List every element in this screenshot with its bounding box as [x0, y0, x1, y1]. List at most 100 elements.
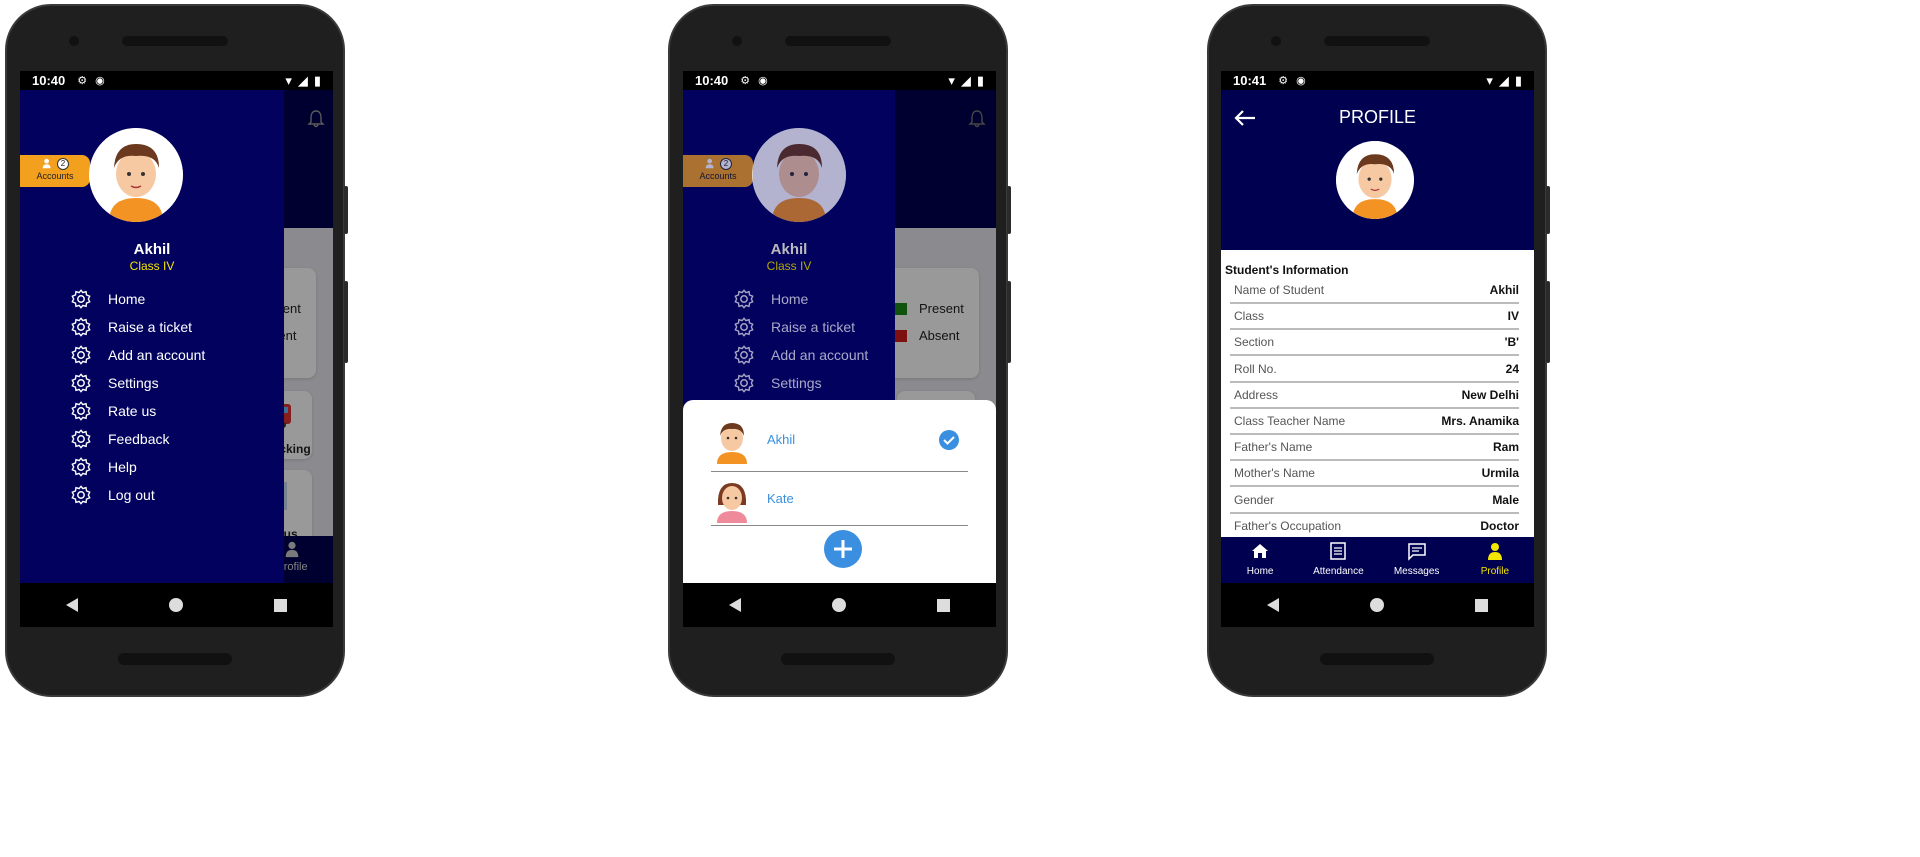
info-key: Class — [1234, 309, 1265, 324]
menu-item-log-out[interactable]: Log out — [70, 481, 205, 509]
recents-nav-button[interactable] — [1462, 598, 1502, 612]
accounts-count-badge: 2 — [57, 158, 69, 170]
gear-icon — [71, 485, 91, 505]
section-title: Student's Information — [1225, 263, 1349, 277]
bottom-tab-bar: Home Attendance Messages Profile — [1221, 537, 1534, 583]
bottom-speaker — [118, 653, 232, 665]
info-row: Roll No. 24 — [1230, 357, 1519, 383]
info-value: 'B' — [1504, 335, 1519, 350]
app-status-icon: ◉ — [758, 75, 768, 87]
accounts-icon — [705, 158, 714, 169]
drawer-scrim[interactable] — [284, 90, 333, 583]
account-row-kate[interactable]: Kate — [711, 472, 968, 526]
menu-item-add-account: Add an account — [733, 341, 868, 369]
menu-label: Raise a ticket — [771, 319, 856, 335]
back-nav-button[interactable] — [1253, 598, 1293, 612]
volume-button — [1007, 281, 1011, 363]
menu-item-home[interactable]: Home — [70, 285, 205, 313]
tab-label: Attendance — [1313, 566, 1364, 577]
bottom-speaker — [781, 653, 895, 665]
tab-label: Messages — [1393, 566, 1440, 577]
home-nav-button[interactable] — [1357, 598, 1397, 612]
status-bar: 10:41 ⚙ ◉ ▾ ◢ ▮ — [1221, 71, 1534, 90]
menu-item-raise-ticket[interactable]: Raise a ticket — [70, 313, 205, 341]
tab-label: Home — [1246, 566, 1274, 577]
student-class: Class IV — [766, 259, 812, 273]
tab-label: Profile — [1480, 566, 1510, 577]
menu-item-raise-ticket: Raise a ticket — [733, 313, 868, 341]
settings-status-icon: ⚙ — [77, 75, 88, 87]
menu-label: Add an account — [108, 347, 206, 363]
info-row: Section 'B' — [1230, 330, 1519, 357]
screen: 10:41 ⚙ ◉ ▾ ◢ ▮ PROFILE Student's Inform… — [1221, 71, 1534, 627]
info-value: Male — [1492, 492, 1519, 507]
status-time: 10:40 — [32, 73, 66, 88]
power-button — [344, 186, 348, 234]
akhil-avatar — [717, 422, 747, 464]
accounts-button: 2 Accounts — [683, 155, 753, 187]
android-nav-bar — [20, 583, 333, 627]
phone-account-switcher: 10:40 ⚙ ◉ ▾ ◢ ▮ Present Absent 2 Account… — [668, 4, 1011, 697]
kate-avatar — [717, 482, 747, 523]
app-status-icon: ◉ — [1296, 75, 1306, 87]
menu-item-home: Home — [733, 285, 868, 313]
info-value: IV — [1507, 309, 1519, 324]
info-value: New Delhi — [1461, 387, 1519, 402]
gear-icon — [734, 289, 754, 309]
tab-home[interactable]: Home — [1221, 537, 1299, 583]
add-account-button[interactable] — [824, 530, 862, 568]
wifi-icon: ▾ — [1486, 72, 1493, 88]
person-icon — [1487, 543, 1502, 560]
accounts-button[interactable]: 2 Accounts — [20, 155, 90, 187]
menu-item-help[interactable]: Help — [70, 453, 205, 481]
menu-item-feedback[interactable]: Feedback — [70, 425, 205, 453]
phone-profile: 10:41 ⚙ ◉ ▾ ◢ ▮ PROFILE Student's Inform… — [1207, 4, 1550, 697]
info-key: Roll No. — [1234, 361, 1277, 376]
menu-item-settings[interactable]: Settings — [70, 369, 205, 397]
tab-attendance[interactable]: Attendance — [1299, 537, 1377, 583]
back-nav-button[interactable] — [52, 598, 92, 612]
tab-profile[interactable]: Profile — [1456, 537, 1534, 583]
bottom-speaker — [1320, 653, 1434, 665]
recents-nav-button[interactable] — [261, 598, 301, 612]
info-row: Name of Student Akhil — [1230, 278, 1519, 304]
info-value: 24 — [1505, 361, 1519, 376]
student-class: Class IV — [129, 259, 175, 273]
home-nav-button[interactable] — [156, 598, 196, 612]
avatar — [752, 128, 846, 222]
accounts-icon — [42, 158, 51, 169]
back-nav-button[interactable] — [715, 598, 755, 612]
tab-messages[interactable]: Messages — [1378, 537, 1456, 583]
wifi-icon: ▾ — [948, 72, 955, 88]
info-key: Address — [1234, 387, 1279, 402]
navigation-drawer: 2 Accounts Akhil Class IV Home Raise a t… — [20, 90, 284, 583]
info-key: Father's Name — [1234, 440, 1313, 455]
gear-icon — [71, 317, 91, 337]
account-row-akhil[interactable]: Akhil — [711, 408, 968, 472]
menu-label: Help — [108, 459, 137, 475]
menu-label: Add an account — [771, 347, 869, 363]
battery-icon: ▮ — [1514, 72, 1522, 88]
gear-icon — [734, 317, 754, 337]
earpiece — [122, 36, 228, 46]
plus-icon — [834, 540, 852, 558]
gear-icon — [71, 429, 91, 449]
list-icon — [1330, 542, 1347, 560]
menu-label: Home — [771, 291, 809, 307]
status-time: 10:40 — [695, 73, 729, 88]
gear-icon — [734, 373, 754, 393]
settings-status-icon: ⚙ — [740, 75, 751, 87]
volume-button — [1546, 281, 1550, 363]
earpiece — [785, 36, 891, 46]
home-nav-button[interactable] — [819, 598, 859, 612]
recents-nav-button[interactable] — [924, 598, 964, 612]
app-status-icon: ◉ — [95, 75, 105, 87]
android-nav-bar — [683, 583, 996, 627]
account-name: Kate — [767, 491, 794, 506]
info-key: Name of Student — [1234, 283, 1325, 297]
power-button — [1007, 186, 1011, 234]
screen: 10:40 ⚙ ◉ ▾ ◢ ▮ Present Absent — [20, 71, 333, 627]
menu-item-add-account[interactable]: Add an account — [70, 341, 205, 369]
menu-item-rate-us[interactable]: Rate us — [70, 397, 205, 425]
power-button — [1546, 186, 1550, 234]
